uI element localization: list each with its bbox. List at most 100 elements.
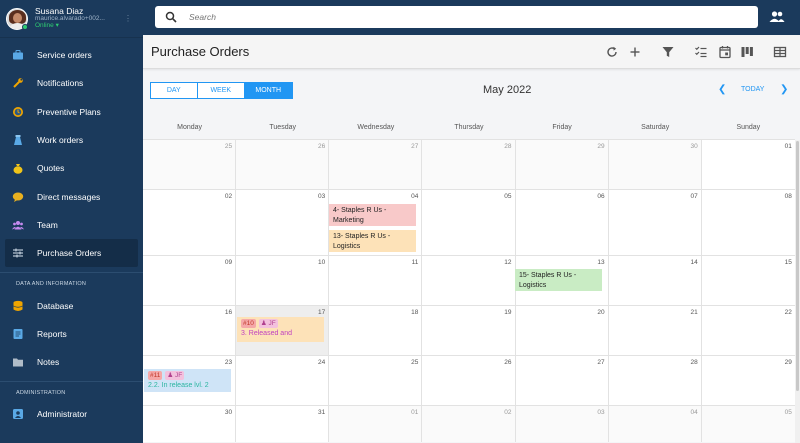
calendar-day-cell[interactable]: 28: [608, 356, 702, 405]
calendar-day-cell[interactable]: 29: [701, 356, 795, 405]
calendar-day-cell[interactable]: 29: [515, 140, 609, 189]
day-number: 28: [504, 143, 512, 150]
calendar-day-cell[interactable]: 04: [608, 406, 702, 442]
calendar-day-cell[interactable]: 06: [515, 190, 609, 255]
calendar-day-cell[interactable]: 21: [608, 306, 702, 355]
calendar-event[interactable]: #11 ♟ JF 2.2. In release lvl. 2: [144, 369, 231, 392]
search-icon[interactable]: [165, 11, 177, 23]
sidebar-item-team[interactable]: Team: [0, 211, 143, 239]
sidebar-divider: [0, 272, 143, 274]
calendar-day-cell[interactable]: 07: [608, 190, 702, 255]
day-number: 02: [224, 193, 233, 200]
sidebar-item-label: Direct messages: [37, 191, 101, 202]
calendar-day-cell[interactable]: 05: [422, 190, 516, 255]
event-id-tag: #10: [241, 319, 256, 328]
sidebar-divider: [0, 381, 143, 383]
event-title: 2.2. In release lvl. 2: [148, 382, 209, 389]
calendar-day-cell[interactable]: 24: [236, 356, 330, 405]
chevron-left-icon[interactable]: ❮: [718, 84, 726, 95]
filter-icon[interactable]: [661, 45, 675, 59]
section-label-admin: ADMINISTRATION: [16, 390, 66, 397]
calendar-day-cell[interactable]: 02: [143, 190, 237, 255]
user-profile[interactable]: Susana Diaz maurice.alvarado+002... Onli…: [0, 0, 143, 38]
calendar-day-cell[interactable]: 05: [701, 406, 795, 442]
calendar-day-cell[interactable]: 31: [236, 406, 330, 442]
view-day-button[interactable]: DAY: [150, 82, 198, 99]
board-view-icon[interactable]: [740, 45, 754, 59]
calendar-day-cell[interactable]: 26: [236, 140, 330, 189]
day-number: 26: [318, 143, 326, 150]
sidebar-item-notes[interactable]: Notes: [0, 348, 143, 376]
calendar-day-cell[interactable]: 15: [701, 256, 795, 305]
refresh-icon[interactable]: [605, 45, 619, 59]
sidebar-item-quotes[interactable]: Quotes: [0, 154, 143, 182]
sidebar: Susana Diaz maurice.alvarado+002... Onli…: [0, 0, 143, 443]
online-status-dot: [22, 24, 28, 30]
view-toggle: DAY WEEK MONTH: [150, 82, 293, 99]
people-icon[interactable]: [769, 10, 785, 24]
calendar-event[interactable]: 13- Staples R Us - Logistics: [329, 230, 416, 252]
checklist-icon[interactable]: [694, 45, 708, 59]
top-bar: [143, 0, 800, 35]
day-number: 06: [597, 193, 605, 200]
sidebar-item-reports[interactable]: Reports: [0, 320, 143, 348]
calendar-day-cell[interactable]: 03: [515, 406, 609, 442]
calendar-day-cell[interactable]: 11: [329, 256, 423, 305]
more-vert-icon[interactable]: ⋮: [124, 14, 132, 23]
sidebar-item-work-orders[interactable]: Work orders: [0, 126, 143, 154]
calendar-day-cell[interactable]: 12: [422, 256, 516, 305]
calendar-day-cell[interactable]: 14: [608, 256, 702, 305]
sidebar-item-notifications[interactable]: Notifications: [0, 69, 143, 97]
day-number: 12: [504, 259, 512, 266]
day-number: 29: [597, 143, 605, 150]
calendar-day-cell[interactable]: 10: [236, 256, 330, 305]
sidebar-item-service-orders[interactable]: Service orders: [0, 41, 143, 69]
calendar-day-cell[interactable]: 28: [422, 140, 516, 189]
scrollbar-thumb[interactable]: [796, 141, 799, 391]
day-number: 04: [690, 409, 698, 416]
sidebar-item-preventive-plans[interactable]: Preventive Plans: [0, 98, 143, 126]
calendar-day-cell[interactable]: 08: [701, 190, 795, 255]
calendar-day-cell[interactable]: 09: [143, 256, 237, 305]
calendar-event[interactable]: 4- Staples R Us - Marketing: [329, 204, 416, 226]
calendar-event[interactable]: #10 ♟ JF 3. Released and: [237, 317, 324, 342]
calendar-day-cell[interactable]: 02: [422, 406, 516, 442]
sidebar-item-direct-messages[interactable]: Direct messages: [0, 182, 143, 210]
user-status[interactable]: Online ▾: [35, 22, 105, 30]
calendar-icon[interactable]: [718, 45, 732, 59]
calendar-day-cell[interactable]: 26: [422, 356, 516, 405]
chevron-right-icon[interactable]: ❯: [780, 84, 788, 95]
search-box[interactable]: [155, 6, 758, 28]
calendar-day-cell[interactable]: 30: [143, 406, 237, 442]
add-icon[interactable]: [628, 45, 642, 59]
stack-icon: [14, 135, 22, 146]
sidebar-item-purchase-orders[interactable]: Purchase Orders: [5, 239, 138, 268]
day-number: 11: [411, 259, 419, 266]
calendar-day-cell[interactable]: 27: [515, 356, 609, 405]
search-input[interactable]: [189, 12, 689, 22]
calendar-day-cell[interactable]: 30: [608, 140, 702, 189]
sidebar-data-nav: Database Reports Notes: [0, 291, 143, 376]
calendar-day-cell[interactable]: 22: [701, 306, 795, 355]
table-view-icon[interactable]: [773, 45, 787, 59]
calendar-day-cell[interactable]: 25: [143, 140, 237, 189]
view-week-button[interactable]: WEEK: [197, 82, 245, 99]
weekday-header: Monday Tuesday Wednesday Thursday Friday…: [143, 116, 795, 139]
month-title: May 2022: [483, 84, 532, 96]
view-month-button[interactable]: MONTH: [245, 82, 293, 99]
calendar-day-cell[interactable]: 16: [143, 306, 237, 355]
today-button[interactable]: TODAY: [741, 86, 764, 93]
sidebar-item-administrator[interactable]: Administrator: [0, 400, 143, 428]
calendar-day-cell[interactable]: 03: [236, 190, 330, 255]
calendar-day-cell[interactable]: 19: [422, 306, 516, 355]
calendar-day-cell[interactable]: 01: [701, 140, 795, 189]
sidebar-item-label: Work orders: [37, 135, 84, 146]
sidebar-item-database[interactable]: Database: [0, 291, 143, 319]
calendar-day-cell[interactable]: 25: [329, 356, 423, 405]
calendar-day-cell[interactable]: 01: [329, 406, 423, 442]
calendar-week-row: 02 03 04 05 06 07 08: [143, 189, 795, 255]
calendar-day-cell[interactable]: 20: [515, 306, 609, 355]
calendar-day-cell[interactable]: 27: [329, 140, 423, 189]
calendar-event[interactable]: 15- Staples R Us - Logistics: [515, 269, 602, 291]
calendar-day-cell[interactable]: 18: [329, 306, 423, 355]
